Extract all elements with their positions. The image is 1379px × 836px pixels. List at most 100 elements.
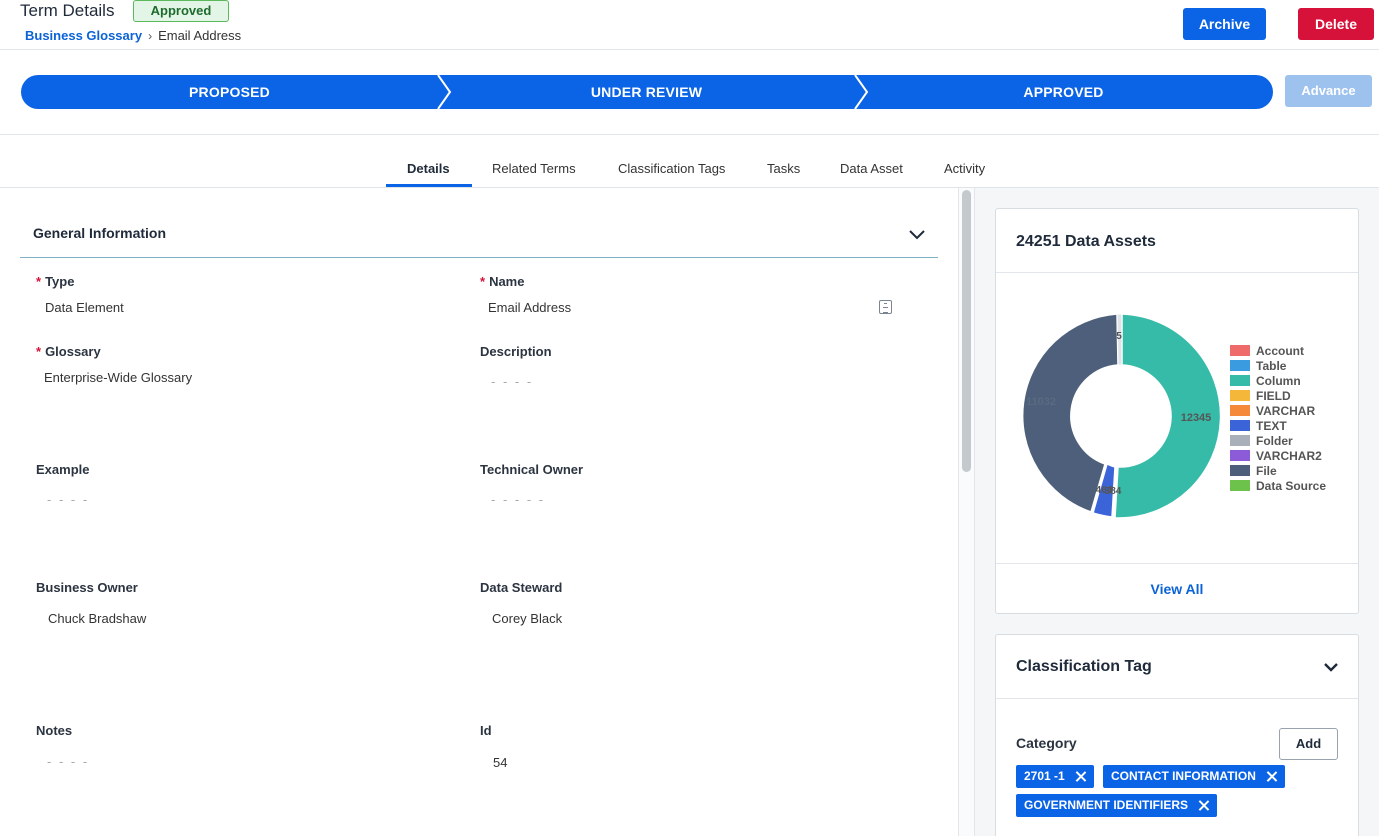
description-label: Description [480,344,552,359]
legend-swatch [1230,465,1250,476]
tab-tasks[interactable]: Tasks [767,161,800,187]
name-label: * Name [480,274,525,289]
slice-label-file: 11032 [1026,396,1056,408]
notes-label: Notes [36,723,73,738]
legend-item[interactable]: TEXT [1230,418,1326,433]
details-panel: General Information * Type Data Element *… [0,188,975,836]
example-label: Example [36,462,90,477]
close-icon[interactable] [1266,771,1277,782]
scrollbar-thumb[interactable] [962,190,971,472]
legend-label: VARCHAR2 [1256,448,1322,463]
data-assets-title: 24251 Data Assets [1016,233,1156,250]
legend-swatch [1230,435,1250,446]
stage-approved: APPROVED [1023,84,1104,100]
legend-item[interactable]: Folder [1230,433,1326,448]
tab-related-terms[interactable]: Related Terms [492,161,576,187]
legend-label: VARCHAR [1256,403,1316,418]
data-assets-card: 24251 Data Assets 12345 11032 5 464 384 … [995,208,1359,614]
classification-tag-title: Classification Tag [1016,658,1152,675]
type-label: * Type [36,274,75,289]
document-icon[interactable] [879,300,892,314]
breadcrumb-current: Email Address [158,28,242,43]
legend-label: Column [1256,373,1301,388]
legend-label: TEXT [1256,418,1287,433]
data-assets-donut-chart: 12345 11032 5 464 384 [1021,313,1222,519]
tab-data-asset[interactable]: Data Asset [840,161,903,187]
card-divider [996,272,1358,273]
tab-activity[interactable]: Activity [944,161,985,187]
technical-owner-value: - - - - - [491,492,546,507]
chevron-right-icon: › [148,28,153,43]
legend-swatch [1230,480,1250,491]
legend-swatch [1230,405,1250,416]
add-tag-button[interactable]: Add [1279,728,1338,760]
stage-under-review: UNDER REVIEW [590,84,703,100]
legend-item[interactable]: Data Source [1230,478,1326,493]
glossary-label: * Glossary [36,344,101,359]
id-label: Id [480,723,492,738]
tab-bar: Details Related Terms Classification Tag… [0,135,1379,188]
general-information-header[interactable]: General Information [20,210,938,258]
data-steward-label: Data Steward [480,580,563,595]
tag-chip: 2701 -1 [1016,765,1094,788]
legend-swatch [1230,375,1250,386]
legend-swatch [1230,345,1250,356]
breadcrumb-link-glossary[interactable]: Business Glossary [25,28,142,43]
delete-button[interactable]: Delete [1298,8,1374,40]
card-divider [996,698,1358,699]
active-tab-indicator [386,184,472,187]
sidebar-panel: 24251 Data Assets 12345 11032 5 464 384 … [975,188,1379,836]
view-all-link[interactable]: View All [996,581,1358,597]
type-value: Data Element [45,300,124,315]
status-badge: Approved [133,0,229,22]
legend-label: Data Source [1256,478,1327,493]
legend-item[interactable]: Table [1230,358,1326,373]
business-owner-value: Chuck Bradshaw [48,611,147,626]
close-icon[interactable] [1198,800,1209,811]
archive-button[interactable]: Archive [1183,8,1266,40]
slice-label-small-a: 5 [1116,331,1122,342]
legend-label: FIELD [1256,388,1291,403]
legend-item[interactable]: VARCHAR2 [1230,448,1326,463]
legend-item[interactable]: Column [1230,373,1326,388]
stage-proposed: PROPOSED [189,84,270,100]
legend-swatch [1230,450,1250,461]
card-divider [996,563,1358,564]
data-steward-value: Corey Black [492,611,563,626]
category-label: Category [1016,735,1077,751]
legend-item[interactable]: File [1230,463,1326,478]
workflow-stepper: PROPOSED UNDER REVIEW APPROVED Advance [0,50,1379,135]
legend-label: Folder [1256,433,1293,448]
legend-item[interactable]: FIELD [1230,388,1326,403]
breadcrumb: Business Glossary › Email Address [25,28,241,43]
description-value: - - - - [491,374,534,389]
advance-button[interactable]: Advance [1285,75,1372,107]
chevron-down-icon[interactable] [908,226,926,244]
legend-item[interactable]: VARCHAR [1230,403,1326,418]
chart-legend: Account Table Column FIELD VARCHAR TEXT Folder… [1230,343,1326,493]
name-value: Email Address [488,300,572,315]
slice-label-small-c: 384 [1105,486,1122,497]
business-owner-label: Business Owner [36,580,138,595]
tag-label: GOVERNMENT IDENTIFIERS [1024,798,1189,812]
tag-label: CONTACT INFORMATION [1111,769,1256,783]
page-title: Term Details [20,1,115,20]
classification-tag-card: Classification Tag Category Add 2701 -1 … [995,634,1359,836]
legend-label: Table [1256,358,1287,373]
tag-chip: CONTACT INFORMATION [1103,765,1285,788]
page-header: Term Details Approved Business Glossary … [0,0,1379,50]
tag-label: 2701 -1 [1024,769,1065,783]
legend-label: File [1256,463,1277,478]
section-title: General Information [33,225,167,241]
example-value: - - - - [47,492,90,507]
legend-swatch [1230,360,1250,371]
legend-item[interactable]: Account [1230,343,1326,358]
legend-swatch [1230,420,1250,431]
glossary-value: Enterprise-Wide Glossary [44,370,193,385]
chevron-down-icon[interactable] [1322,658,1340,676]
slice-label-column: 12345 [1181,412,1212,424]
legend-swatch [1230,390,1250,401]
notes-value: - - - - [47,754,90,769]
close-icon[interactable] [1075,771,1086,782]
tab-classification-tags[interactable]: Classification Tags [618,161,725,187]
